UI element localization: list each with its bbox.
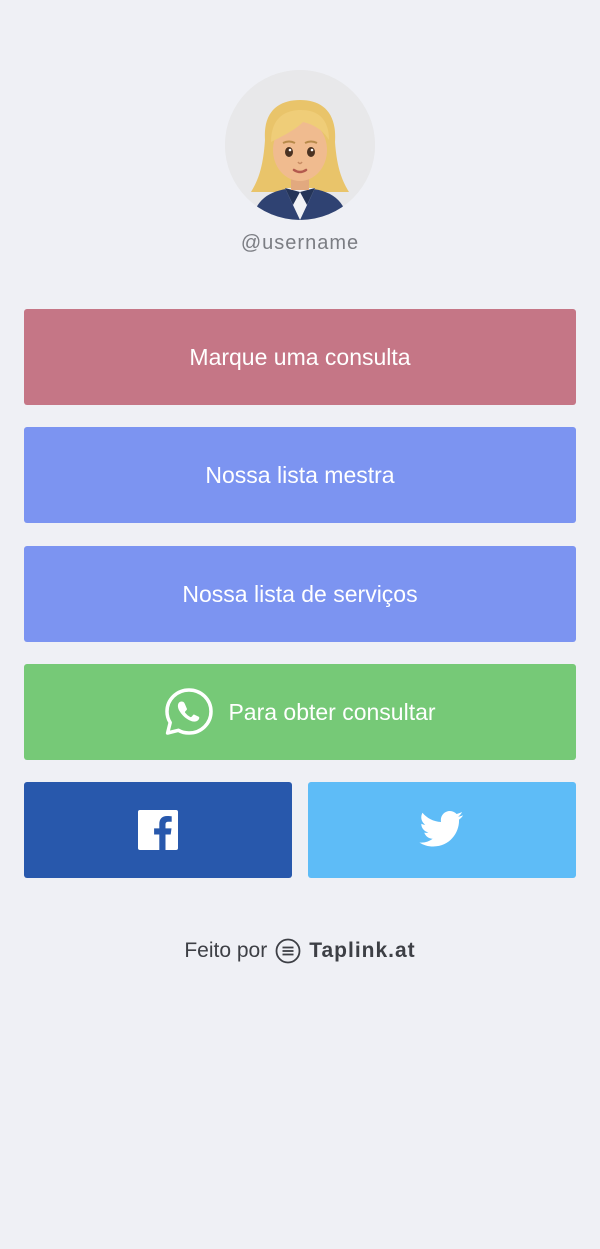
button-whatsapp[interactable]: Para obter consultar xyxy=(24,664,576,760)
button-label: Nossa lista mestra xyxy=(205,461,395,488)
footer: Feito por Taplink.at xyxy=(0,938,600,964)
button-nossa-lista-de-servicos[interactable]: Nossa lista de serviços xyxy=(24,546,576,642)
username: @username xyxy=(240,232,360,254)
button-nossa-lista-mestra[interactable]: Nossa lista mestra xyxy=(24,427,576,523)
twitter-button[interactable] xyxy=(308,782,576,878)
avatar xyxy=(225,70,375,220)
button-marque-uma-consulta[interactable]: Marque uma consulta xyxy=(24,309,576,405)
whatsapp-icon xyxy=(165,688,214,735)
made-by-text: Feito por xyxy=(184,939,268,962)
facebook-icon xyxy=(138,810,178,850)
woman-blond-hair-emoji-icon xyxy=(225,70,375,220)
taplink-brand-link[interactable]: Taplink.at xyxy=(309,939,415,963)
button-label: Para obter consultar xyxy=(228,698,436,725)
button-label: Nossa lista de serviços xyxy=(182,580,418,607)
twitter-icon xyxy=(419,811,464,847)
taplink-logo-icon xyxy=(275,938,301,964)
facebook-button[interactable] xyxy=(24,782,292,878)
button-label: Marque uma consulta xyxy=(189,343,411,370)
